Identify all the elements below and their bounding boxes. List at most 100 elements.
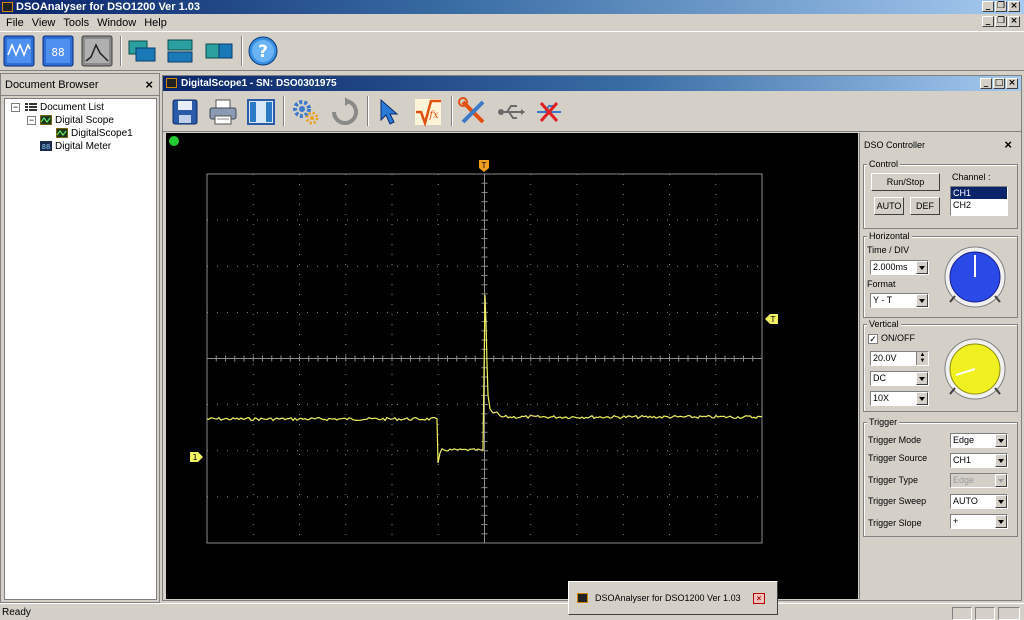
document-tree: − Document List − Digital Scope DigitalS… <box>4 98 157 600</box>
chevron-down-icon[interactable] <box>995 454 1007 467</box>
child-app-icon <box>166 78 177 88</box>
format-select[interactable]: Y - T <box>870 293 929 308</box>
math-function-icon[interactable]: fx <box>412 96 444 128</box>
tools-icon[interactable] <box>457 96 489 128</box>
svg-text:fx: fx <box>428 110 439 121</box>
time-div-knob[interactable] <box>944 246 1006 308</box>
menu-window[interactable]: Window <box>93 17 140 29</box>
check-icon[interactable]: ✓ <box>868 333 878 344</box>
child-minimize-button[interactable]: _ <box>980 78 992 89</box>
def-button[interactable]: DEF <box>910 197 940 215</box>
trigger-sweep-select[interactable]: AUTO <box>950 494 1008 509</box>
status-pane <box>998 607 1020 620</box>
save-icon[interactable] <box>169 96 201 128</box>
menu-file[interactable]: File <box>2 17 28 29</box>
tree-node-digital-scope[interactable]: Digital Scope <box>40 114 114 127</box>
onoff-checkbox[interactable]: ✓ ON/OFF <box>868 333 915 344</box>
volts-div-value: 20.0V <box>873 353 897 363</box>
tree-collapse-icon[interactable]: − <box>27 116 36 125</box>
trigger-slope-label: Trigger Slope <box>868 518 922 528</box>
taskbar-app-icon <box>577 593 588 603</box>
chevron-down-icon[interactable] <box>995 495 1007 508</box>
trigger-sweep-value: AUTO <box>953 496 978 506</box>
run-stop-button[interactable]: Run/Stop <box>871 173 940 191</box>
status-bar: Ready <box>0 603 1024 620</box>
scope-display[interactable]: T T 1 <box>166 133 858 599</box>
chevron-down-icon[interactable] <box>916 372 928 385</box>
document-browser-title: Document Browser <box>5 79 99 91</box>
menu-view[interactable]: View <box>28 17 60 29</box>
app-title-bar[interactable]: DSOAnalyser for DSO1200 Ver 1.03 _ ❐ × <box>0 0 1024 14</box>
mdi-restore-button[interactable]: ❐ <box>995 16 1007 27</box>
tree-node-digital-meter[interactable]: 88 Digital Meter <box>40 140 111 153</box>
taskbar-close-icon[interactable]: × <box>753 593 765 604</box>
probe-select[interactable]: 10X <box>870 391 929 406</box>
print-icon[interactable] <box>207 96 239 128</box>
menu-tools[interactable]: Tools <box>59 17 93 29</box>
auto-button[interactable]: AUTO <box>874 197 904 215</box>
time-div-select[interactable]: 2.000ms <box>870 260 929 275</box>
tree-node-document-list[interactable]: Document List <box>25 101 104 114</box>
trigger-source-select[interactable]: CH1 <box>950 453 1008 468</box>
scope-mode-icon[interactable] <box>3 35 35 67</box>
child-title-bar[interactable]: DigitalScope1 - SN: DSO0301975 _ □ × <box>163 76 1021 91</box>
coupling-select[interactable]: DC <box>870 371 929 386</box>
document-browser-close-icon[interactable]: × <box>145 74 153 96</box>
trigger-mode-select[interactable]: Edge <box>950 433 1008 448</box>
settings-gear-icon[interactable] <box>290 96 322 128</box>
format-label: Format <box>867 279 896 289</box>
channel-listbox[interactable]: CH1 CH2 <box>950 186 1008 216</box>
channel-item-ch1[interactable]: CH1 <box>951 187 1007 199</box>
chevron-down-icon[interactable] <box>995 515 1007 528</box>
usb-disconnect-icon[interactable] <box>533 96 565 128</box>
child-close-button[interactable]: × <box>1006 78 1018 89</box>
tree-label: Digital Meter <box>55 141 112 152</box>
minimize-button[interactable]: _ <box>982 1 994 12</box>
tile-horizontal-icon[interactable] <box>164 35 196 67</box>
chevron-down-icon[interactable] <box>916 392 928 405</box>
close-button[interactable]: × <box>1008 1 1020 12</box>
meter-mode-icon[interactable]: 88 <box>42 35 74 67</box>
cascade-windows-icon[interactable] <box>126 35 158 67</box>
svg-text:88: 88 <box>42 143 50 151</box>
window-controls: _ ❐ × <box>982 1 1020 12</box>
child-window-controls: _ □ × <box>980 78 1018 89</box>
tile-vertical-icon[interactable] <box>203 35 235 67</box>
spectrum-mode-icon[interactable] <box>81 35 113 67</box>
volts-div-spinner[interactable]: 20.0V ▲ ▼ <box>870 351 929 366</box>
ch1-marker-label: 1 <box>192 453 197 462</box>
mdi-close-button[interactable]: × <box>1008 16 1020 27</box>
layout-icon[interactable] <box>245 96 277 128</box>
channel-item-ch2[interactable]: CH2 <box>951 199 1007 211</box>
trigger-type-value: Edge <box>953 475 975 485</box>
status-text: Ready <box>2 607 31 618</box>
tree-label: Digital Scope <box>55 115 114 126</box>
trigger-type-select: Edge <box>950 473 1008 488</box>
svg-text:88: 88 <box>51 46 64 59</box>
controller-close-icon[interactable]: × <box>1004 137 1012 152</box>
tree-collapse-icon[interactable]: − <box>11 103 20 112</box>
trigger-slope-value: + <box>953 516 959 526</box>
volts-div-knob[interactable] <box>944 338 1006 400</box>
child-title: DigitalScope1 - SN: DSO0301975 <box>181 78 337 89</box>
pointer-icon[interactable] <box>374 96 406 128</box>
toolbar-separator <box>241 36 243 66</box>
taskbar-preview-popup[interactable]: DSOAnalyser for DSO1200 Ver 1.03 × <box>568 581 778 615</box>
usb-connect-icon[interactable] <box>495 96 527 128</box>
chevron-down-icon[interactable] <box>916 261 928 274</box>
taskbar-preview-item[interactable]: DSOAnalyser for DSO1200 Ver 1.03 × <box>575 589 771 608</box>
chevron-down-icon[interactable] <box>995 434 1007 447</box>
chevron-down-icon[interactable] <box>916 294 928 307</box>
mdi-minimize-button[interactable]: _ <box>982 16 994 27</box>
tree-node-digitalscope1[interactable]: DigitalScope1 <box>56 127 133 140</box>
child-maximize-button[interactable]: □ <box>993 78 1005 89</box>
coupling-value: DC <box>873 373 886 383</box>
refresh-icon[interactable] <box>329 96 361 128</box>
help-icon[interactable]: ? <box>247 35 279 67</box>
toolbar-separator <box>367 96 369 126</box>
trigger-slope-select[interactable]: + <box>950 514 1008 529</box>
menu-help[interactable]: Help <box>140 17 171 29</box>
spin-arrows-icon[interactable]: ▲ ▼ <box>916 352 928 365</box>
restore-button[interactable]: ❐ <box>995 1 1007 12</box>
control-group-label: Control <box>867 159 901 169</box>
